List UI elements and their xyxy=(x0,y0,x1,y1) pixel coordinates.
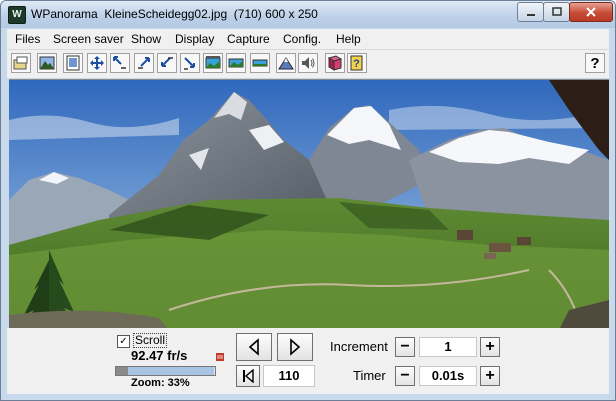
position-field[interactable]: 110 xyxy=(263,365,315,387)
menu-bar: Files Screen saver Show Display Capture … xyxy=(7,29,609,50)
shrink-up-left-icon xyxy=(113,56,126,69)
scroll-right-button[interactable] xyxy=(277,333,313,361)
scroll-left-button[interactable] xyxy=(236,333,272,361)
panorama-narrow-button[interactable] xyxy=(250,53,270,73)
mountain-icon xyxy=(278,57,294,70)
panorama-strip-button[interactable] xyxy=(203,53,223,73)
scroll-checkbox[interactable]: ✓ xyxy=(117,335,130,348)
panorama-wide-button[interactable] xyxy=(226,53,246,73)
open-file-icon xyxy=(13,56,28,70)
menu-display[interactable]: Display xyxy=(175,32,214,46)
timer-minus-button[interactable]: − xyxy=(395,366,415,386)
help-book-button[interactable]: ? xyxy=(347,53,367,73)
app-window: W WPanorama KleineScheidegg02.jpg (710) … xyxy=(0,0,616,401)
panorama-wide-icon xyxy=(228,58,244,68)
increment-field[interactable]: 1 xyxy=(419,337,477,357)
expand-up-right-button[interactable] xyxy=(134,53,154,73)
help-book-icon: ? xyxy=(350,55,363,71)
increment-minus-button[interactable]: − xyxy=(395,337,415,357)
shrink-down-left-icon xyxy=(161,57,173,67)
toolbar: ? ? xyxy=(7,50,609,78)
menu-screen-saver[interactable]: Screen saver xyxy=(53,32,124,46)
close-button[interactable] xyxy=(569,2,613,22)
move-button[interactable] xyxy=(87,53,107,73)
maximize-button[interactable] xyxy=(543,2,570,22)
menu-help[interactable]: Help xyxy=(336,32,361,46)
title-bar[interactable]: W WPanorama KleineScheidegg02.jpg (710) … xyxy=(1,1,615,28)
close-icon xyxy=(586,7,596,17)
timer-field[interactable]: 0.01s xyxy=(419,366,477,386)
panorama-image xyxy=(9,80,609,330)
increment-plus-button[interactable]: + xyxy=(480,337,500,357)
minimize-button[interactable] xyxy=(517,2,544,22)
menu-show[interactable]: Show xyxy=(131,32,161,46)
menu-config[interactable]: Config. xyxy=(283,32,321,46)
book-icon xyxy=(327,55,343,71)
help-question-icon: ? xyxy=(590,54,600,72)
maximize-icon xyxy=(551,7,562,16)
sound-button[interactable] xyxy=(298,53,318,73)
speed-indicator-icon xyxy=(216,353,224,361)
expand-down-right-button[interactable] xyxy=(180,53,200,73)
triangle-right-icon xyxy=(290,338,301,356)
panorama-strip-icon xyxy=(205,56,221,69)
fit-page-icon xyxy=(66,55,80,71)
svg-text:?: ? xyxy=(353,58,360,70)
open-image-button[interactable] xyxy=(37,53,57,73)
sound-icon xyxy=(302,57,315,69)
timer-plus-button[interactable]: + xyxy=(480,366,500,386)
panorama-viewport[interactable] xyxy=(9,79,609,330)
panorama-narrow-icon xyxy=(252,59,268,67)
scroll-label[interactable]: Scroll xyxy=(133,333,168,348)
mountain-button[interactable] xyxy=(276,53,296,73)
landscape-image-icon xyxy=(39,56,55,70)
help-question-button[interactable]: ? xyxy=(585,53,605,73)
triangle-left-icon xyxy=(248,338,259,356)
zoom-slider-handle[interactable] xyxy=(116,367,128,375)
book-button[interactable] xyxy=(325,53,345,73)
zoom-label: Zoom: 33% xyxy=(131,377,190,389)
fit-page-button[interactable] xyxy=(63,53,83,73)
expand-up-right-icon xyxy=(138,57,150,69)
window-title: WPanorama KleineScheidegg02.jpg (710) 60… xyxy=(31,7,318,21)
go-to-start-icon xyxy=(243,369,254,383)
shrink-up-left-button[interactable] xyxy=(110,53,130,73)
go-to-start-button[interactable] xyxy=(236,365,260,387)
expand-down-right-icon xyxy=(184,57,195,70)
increment-label: Increment xyxy=(330,339,388,354)
menu-files[interactable]: Files xyxy=(15,32,40,46)
shrink-down-left-button[interactable] xyxy=(157,53,177,73)
minimize-icon xyxy=(526,14,535,16)
speed-readout: 92.47 fr/s xyxy=(131,348,188,363)
move-arrows-icon xyxy=(90,56,104,70)
timer-label: Timer xyxy=(353,368,386,383)
open-file-button[interactable] xyxy=(11,53,31,73)
zoom-slider-fill xyxy=(116,367,214,375)
zoom-slider[interactable] xyxy=(115,366,216,376)
app-icon[interactable]: W xyxy=(8,6,26,24)
control-panel: ✓ Scroll 92.47 fr/s Zoom: 33% 110 Increm… xyxy=(7,328,609,394)
menu-capture[interactable]: Capture xyxy=(227,32,270,46)
